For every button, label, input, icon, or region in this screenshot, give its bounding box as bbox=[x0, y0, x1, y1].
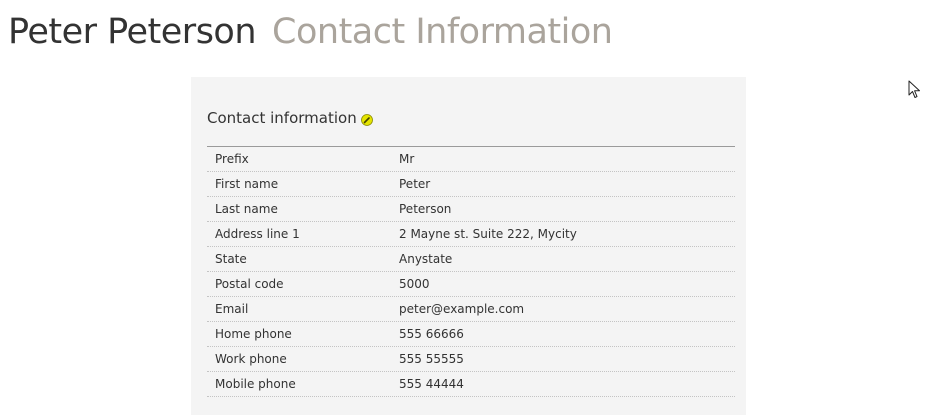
info-row: Postal code 5000 bbox=[207, 272, 735, 297]
info-label: Address line 1 bbox=[215, 227, 300, 241]
info-value: 555 44444 bbox=[399, 377, 464, 391]
info-row: Email peter@example.com bbox=[207, 297, 735, 322]
info-label: Work phone bbox=[215, 352, 287, 366]
info-value: 5000 bbox=[399, 277, 430, 291]
pencil-icon[interactable] bbox=[360, 112, 373, 126]
info-value: peter@example.com bbox=[399, 302, 525, 316]
info-value: Peterson bbox=[399, 202, 452, 216]
info-value: Peter bbox=[399, 177, 431, 191]
info-label: Prefix bbox=[215, 152, 249, 166]
page-header: Peter Peterson Contact Information bbox=[8, 12, 613, 52]
info-row: Last name Peterson bbox=[207, 197, 735, 222]
person-name-heading: Peter Peterson bbox=[8, 12, 257, 52]
info-value: Mr bbox=[399, 152, 415, 166]
page: Peter Peterson Contact Information Contac… bbox=[0, 0, 950, 415]
section-title-heading: Contact Information bbox=[272, 12, 613, 52]
info-value: Anystate bbox=[399, 252, 453, 266]
info-value: 555 66666 bbox=[399, 327, 464, 341]
info-row: Prefix Mr bbox=[207, 147, 735, 172]
panel-title: Contact information bbox=[207, 109, 373, 127]
info-label: Mobile phone bbox=[215, 377, 296, 391]
info-label: Home phone bbox=[215, 327, 292, 341]
info-label: Last name bbox=[215, 202, 278, 216]
info-value: 555 55555 bbox=[399, 352, 464, 366]
contact-info-panel: Contact information Prefix Mr First name Pe… bbox=[191, 77, 746, 415]
panel-title-text: Contact information bbox=[207, 109, 357, 127]
info-row: State Anystate bbox=[207, 247, 735, 272]
info-label: Email bbox=[215, 302, 249, 316]
info-label: State bbox=[215, 252, 247, 266]
info-label: First name bbox=[215, 177, 279, 191]
info-row: Mobile phone 555 44444 bbox=[207, 372, 735, 397]
info-label: Postal code bbox=[215, 277, 284, 291]
contact-info-table: Prefix Mr First name Peter Last name Peterson… bbox=[207, 146, 735, 397]
pencil-icon-graphic bbox=[360, 114, 373, 126]
info-row: Work phone 555 55555 bbox=[207, 347, 735, 372]
mouse-pointer-icon bbox=[908, 80, 920, 98]
info-row: Home phone 555 66666 bbox=[207, 322, 735, 347]
info-value: 2 Mayne st. Suite 222, Mycity bbox=[399, 227, 577, 241]
info-row: Address line 1 2 Mayne st. Suite 222, Myc… bbox=[207, 222, 735, 247]
info-row: First name Peter bbox=[207, 172, 735, 197]
